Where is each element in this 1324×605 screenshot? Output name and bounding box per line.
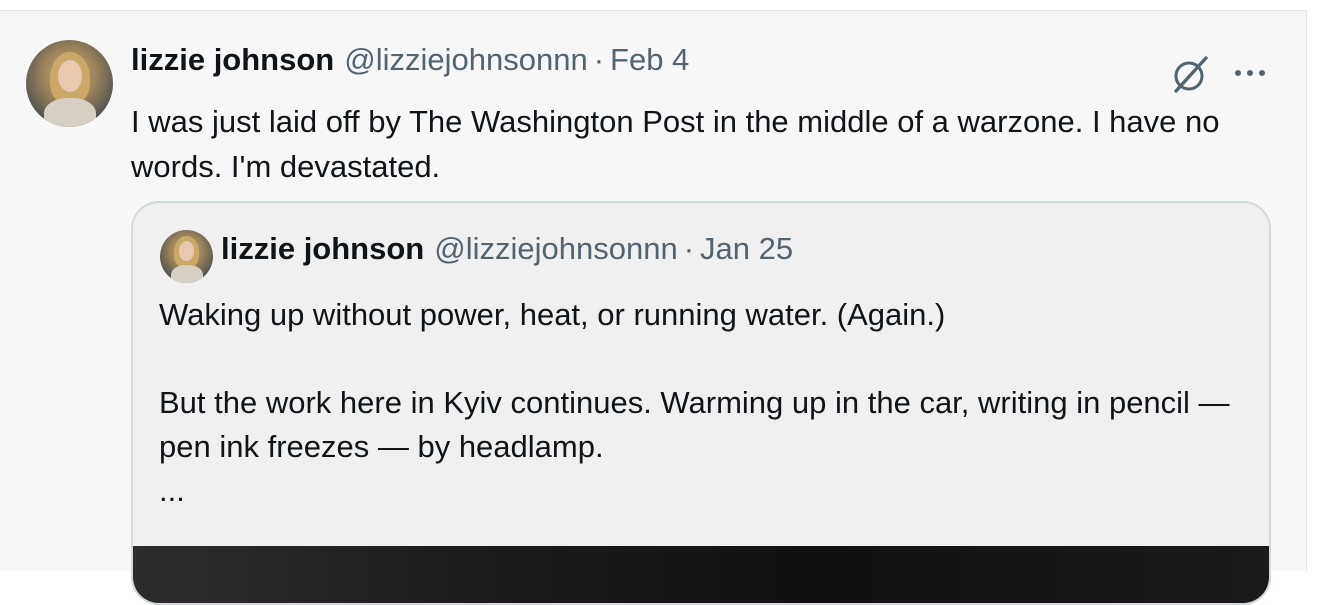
tweet-text: I was just laid off by The Washington Po… (131, 104, 1220, 184)
quoted-tweet-text: Waking up without power, heat, or runnin… (159, 293, 1239, 513)
quoted-author-handle[interactable]: @lizziejohnsonnn (434, 231, 677, 267)
grok-icon[interactable] (1170, 53, 1212, 95)
quoted-tweet-media[interactable] (133, 546, 1269, 603)
quoted-tweet[interactable]: lizzie johnson @lizziejohnsonnn · Jan 25… (131, 201, 1271, 605)
quoted-tweet-date[interactable]: Jan 25 (700, 231, 793, 267)
tweet-date[interactable]: Feb 4 (610, 42, 689, 78)
avatar-shirt (171, 265, 203, 283)
more-options-icon[interactable] (1232, 61, 1268, 85)
quoted-tweet-header: lizzie johnson @lizziejohnsonnn · Jan 25 (221, 231, 793, 271)
avatar-face (58, 60, 82, 92)
avatar-shirt (44, 98, 96, 127)
author-handle[interactable]: @lizziejohnsonnn (344, 42, 587, 78)
quoted-author-name[interactable]: lizzie johnson (221, 231, 424, 267)
author-avatar[interactable] (26, 40, 113, 127)
quoted-header-separator: · (683, 231, 695, 266)
quoted-text-truncation: ... (159, 473, 185, 508)
quoted-text-line-1: Waking up without power, heat, or runnin… (159, 297, 946, 332)
author-name[interactable]: lizzie johnson (131, 42, 334, 78)
quoted-author-avatar[interactable] (160, 230, 213, 283)
header-separator: · (593, 42, 605, 77)
tweet-header: lizzie johnson @lizziejohnsonnn · Feb 4 (131, 42, 689, 82)
quoted-text-line-2: But the work here in Kyiv continues. War… (159, 385, 1230, 464)
avatar-face (179, 241, 194, 261)
